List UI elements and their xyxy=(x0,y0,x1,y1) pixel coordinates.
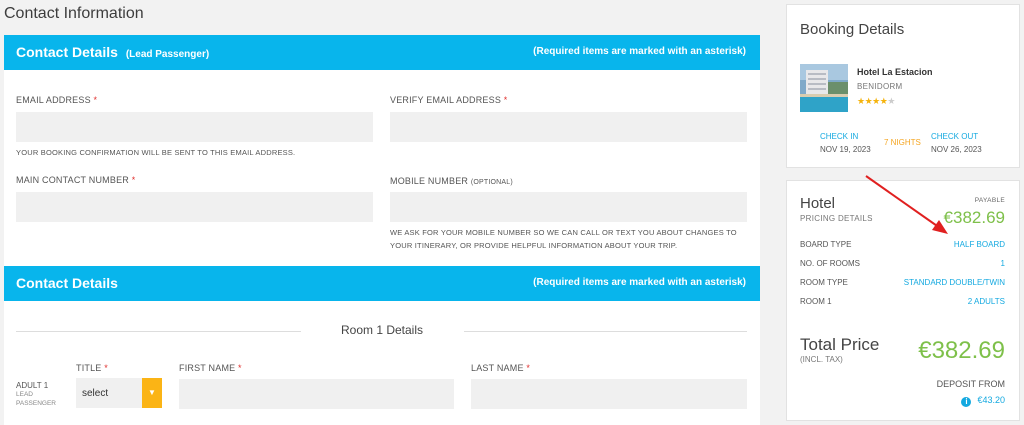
deposit-value: i €43.20 xyxy=(961,395,1005,407)
contact-details-header-2: Contact Details (Required items are mark… xyxy=(4,266,760,301)
email-label: EMAIL ADDRESS * xyxy=(16,95,97,105)
main-contact-label-text: MAIN CONTACT NUMBER xyxy=(16,175,129,185)
star-icon: ★ xyxy=(857,96,865,106)
required-asterisk: * xyxy=(131,175,136,185)
email-note: YOUR BOOKING CONFIRMATION WILL BE SENT T… xyxy=(16,148,296,157)
nights-count: 7 NIGHTS xyxy=(884,138,921,147)
board-type-label: BOARD TYPE xyxy=(800,240,852,249)
lead-label: LEAD xyxy=(16,391,33,398)
adult-label-text: ADULT 1 xyxy=(16,381,49,390)
main-contact-label: MAIN CONTACT NUMBER * xyxy=(16,175,135,185)
email-field[interactable] xyxy=(16,112,373,142)
room-type-label: ROOM TYPE xyxy=(800,278,848,287)
title-label-text: TITLE xyxy=(76,363,102,373)
room1-label: ROOM 1 xyxy=(800,297,832,306)
section-title: Contact Details (Lead Passenger) xyxy=(16,44,209,60)
lead-passenger-subtitle: (Lead Passenger) xyxy=(125,49,210,60)
room-title: Room 1 Details xyxy=(340,323,424,337)
hotel-rating: ★★★★★ xyxy=(857,96,895,107)
rooms-label: NO. OF ROOMS xyxy=(800,259,860,268)
room-type-value[interactable]: STANDARD DOUBLE/TWIN xyxy=(904,278,1005,287)
board-type-value[interactable]: HALF BOARD xyxy=(954,240,1005,249)
mobile-note: WE ASK FOR YOUR MOBILE NUMBER SO WE CAN … xyxy=(390,226,737,252)
email-label-text: EMAIL ADDRESS xyxy=(16,95,91,105)
room1-value[interactable]: 2 ADULTS xyxy=(968,297,1005,306)
check-in-date: NOV 19, 2023 xyxy=(820,145,871,154)
required-note: (Required items are marked with an aster… xyxy=(533,46,746,57)
mobile-field[interactable] xyxy=(390,192,747,222)
booking-details-card: Booking Details Hotel La Estacion BENIDO… xyxy=(786,4,1020,168)
total-price-label: Total Price xyxy=(800,335,880,354)
mobile-note-line: WE ASK FOR YOUR MOBILE NUMBER SO WE CAN … xyxy=(390,228,737,237)
star-icon: ★ xyxy=(872,96,880,106)
required-note-2: (Required items are marked with an aster… xyxy=(533,277,746,288)
mobile-label: MOBILE NUMBER (OPTIONAL) xyxy=(390,176,513,186)
section-title-text: Contact Details xyxy=(16,44,118,60)
contact-details-header: Contact Details (Lead Passenger) (Requir… xyxy=(4,35,760,70)
title-select-value: select xyxy=(82,388,109,399)
contact-form: Contact Details (Lead Passenger) (Requir… xyxy=(4,35,760,425)
first-name-label: FIRST NAME * xyxy=(179,363,242,373)
chevron-down-icon[interactable]: ▼ xyxy=(142,378,162,408)
annotation-arrow-icon xyxy=(865,175,948,234)
verify-email-label-text: VERIFY EMAIL ADDRESS xyxy=(390,95,502,105)
star-empty-icon: ★ xyxy=(887,96,895,106)
required-asterisk: * xyxy=(526,363,531,373)
deposit-label: DEPOSIT FROM xyxy=(936,379,1005,389)
mobile-label-text: MOBILE NUMBER xyxy=(390,176,469,186)
optional-tag: (OPTIONAL) xyxy=(470,179,513,186)
main-contact-field[interactable] xyxy=(16,192,373,222)
check-out-date: NOV 26, 2023 xyxy=(931,145,982,154)
page-title: Contact Information xyxy=(4,5,144,22)
verify-email-field[interactable] xyxy=(390,112,747,142)
hotel-image xyxy=(800,64,848,112)
info-icon[interactable]: i xyxy=(961,397,972,407)
total-price: €382.69 xyxy=(918,337,1005,364)
check-in-label: CHECK IN xyxy=(820,132,859,141)
required-asterisk: * xyxy=(104,363,108,373)
deposit-amount: €43.20 xyxy=(977,395,1005,405)
adult-label: ADULT 1 LEAD PASSENGER xyxy=(16,381,56,408)
first-name-label-text: FIRST NAME xyxy=(179,363,236,373)
required-asterisk: * xyxy=(503,95,508,105)
section-title-2: Contact Details xyxy=(16,275,118,291)
rooms-value: 1 xyxy=(1000,259,1005,268)
first-name-field[interactable] xyxy=(179,379,454,409)
verify-email-label: VERIFY EMAIL ADDRESS * xyxy=(390,95,507,105)
required-asterisk: * xyxy=(93,95,98,105)
hotel-name[interactable]: Hotel La Estacion xyxy=(857,67,933,77)
hotel-photo-icon xyxy=(800,64,848,112)
last-name-field[interactable] xyxy=(471,379,747,409)
title-select[interactable]: select ▼ xyxy=(76,378,162,408)
hotel-price: €382.69 xyxy=(943,208,1005,227)
check-out-label: CHECK OUT xyxy=(931,132,979,141)
pricing-title: Hotel xyxy=(800,195,836,212)
title-label: TITLE * xyxy=(76,363,108,373)
hotel-location: BENIDORM xyxy=(857,82,903,91)
booking-details-title: Booking Details xyxy=(800,21,905,38)
required-asterisk: * xyxy=(238,363,242,373)
payable-label: PAYABLE xyxy=(974,197,1005,204)
passenger-label: PASSENGER xyxy=(16,400,56,407)
mobile-note-line: YOUR ITINERARY, OR PROVIDE HELPFUL INFOR… xyxy=(390,241,678,250)
last-name-label: LAST NAME * xyxy=(471,363,530,373)
last-name-label-text: LAST NAME xyxy=(471,363,524,373)
total-price-sub: (INCL. TAX) xyxy=(800,355,843,364)
divider-right xyxy=(464,331,747,332)
